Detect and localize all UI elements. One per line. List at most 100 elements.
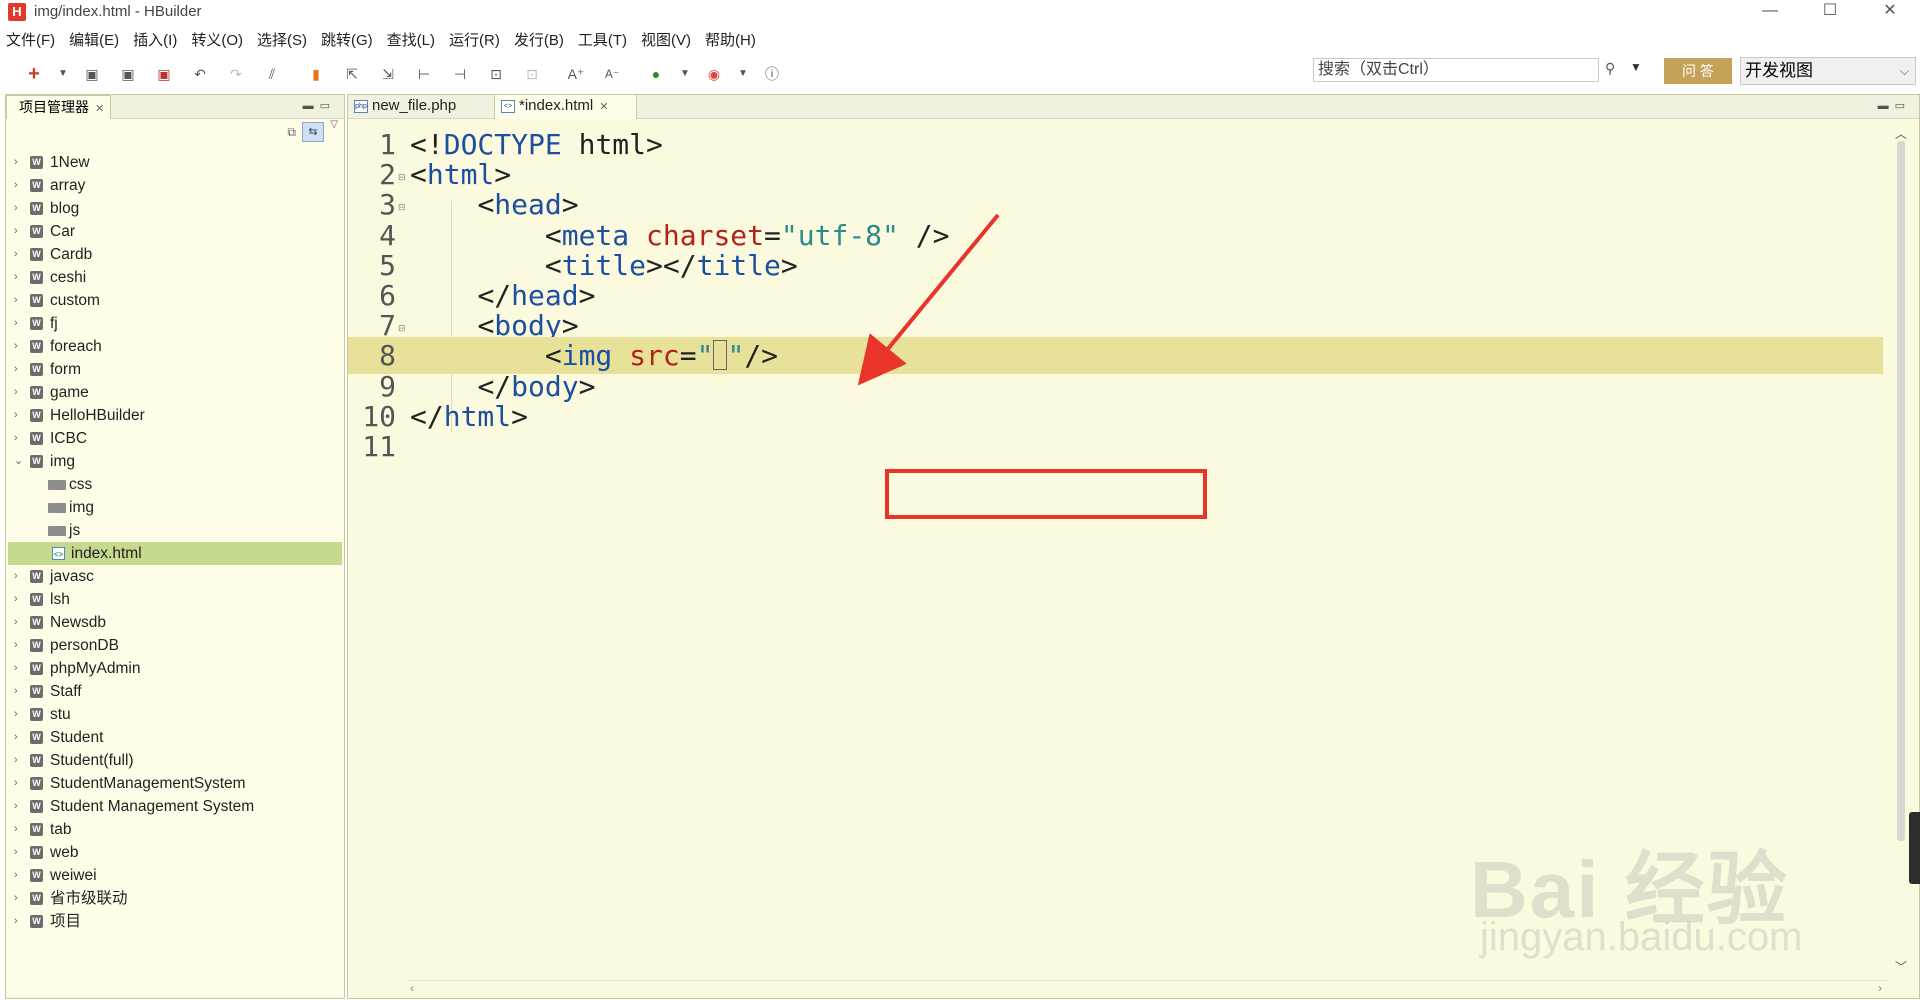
tree-project-item[interactable]: › W 省市级联动 (6, 887, 344, 910)
tree-project-item[interactable]: › Warray (6, 174, 344, 197)
preview-icon[interactable]: ⊡ (482, 62, 510, 86)
chevron-right-icon[interactable]: › (14, 864, 24, 887)
save-icon[interactable]: ▣ (78, 62, 106, 86)
chevron-right-icon[interactable]: › (14, 634, 24, 657)
menu-publish[interactable]: 发行(B) (514, 30, 564, 52)
scroll-thumb[interactable] (1897, 141, 1905, 841)
chevron-right-icon[interactable]: › (14, 726, 24, 749)
chevron-right-icon[interactable]: › (14, 611, 24, 634)
goto-icon[interactable]: ⇱ (338, 62, 366, 86)
minimize-button[interactable]: — (1740, 0, 1800, 24)
menu-insert[interactable]: 插入(I) (133, 30, 177, 52)
tree-project-item[interactable]: › WphpMyAdmin (6, 657, 344, 680)
chevron-right-icon[interactable]: › (14, 818, 24, 841)
new-file-icon[interactable]: + (20, 62, 48, 86)
font-increase-icon[interactable]: A⁺ (562, 62, 590, 86)
chevron-right-icon[interactable]: › (14, 657, 24, 680)
tree-project-item[interactable]: › W Student (6, 726, 344, 749)
tree-project-item[interactable]: › W Newsdb (6, 611, 344, 634)
chevron-right-icon[interactable]: › (14, 266, 24, 289)
view-mode-select[interactable]: 开发视图 ⌵ (1740, 57, 1916, 85)
tree-folder-item[interactable]: img (6, 496, 344, 519)
view-menu-icon[interactable]: ▽ (330, 119, 338, 130)
menu-help[interactable]: 帮助(H) (705, 30, 756, 52)
link-editor-icon[interactable]: ⇆ (302, 122, 324, 142)
chevron-right-icon[interactable]: › (14, 588, 24, 611)
tree-project-item[interactable]: › WpersonDB (6, 634, 344, 657)
browser-dropdown-icon[interactable]: ▼ (736, 62, 750, 86)
tree-project-item[interactable]: › Wweiwei (6, 864, 344, 887)
tree-project-item[interactable]: › W StudentManagementSystem (6, 772, 344, 795)
format-icon[interactable]: ⫽ (258, 62, 286, 86)
scroll-right-icon[interactable]: › (1878, 981, 1882, 995)
undo-icon[interactable]: ↶ (186, 62, 214, 86)
chevron-right-icon[interactable]: › (14, 404, 24, 427)
run-dropdown-icon[interactable]: ▼ (678, 62, 692, 86)
chevron-right-icon[interactable]: › (14, 243, 24, 266)
maximize-button[interactable]: ☐ (1800, 0, 1860, 24)
tree-project-item[interactable]: › Wjavasc (6, 565, 344, 588)
menu-find[interactable]: 查找(L) (387, 30, 435, 52)
bookmark-icon[interactable]: ▮ (302, 62, 330, 86)
close-button[interactable]: ✕ (1860, 0, 1920, 24)
close-icon[interactable]: ✕ (95, 103, 104, 115)
scroll-up-icon[interactable]: ︿ (1895, 125, 1907, 142)
tree-project-item[interactable]: › W Car (6, 220, 344, 243)
chevron-right-icon[interactable]: › (14, 220, 24, 243)
tree-project-item[interactable]: › Wlsh (6, 588, 344, 611)
save-all-icon[interactable]: ▣ (114, 62, 142, 86)
menu-file[interactable]: 文件(F) (6, 30, 55, 52)
chevron-right-icon[interactable]: › (14, 197, 24, 220)
tree-project-item[interactable]: › W 1New (6, 151, 344, 174)
panel-window-controls[interactable]: ▬▭ (303, 99, 336, 112)
menu-edit[interactable]: 编辑(E) (69, 30, 119, 52)
tree-project-item[interactable]: › W Staff (6, 680, 344, 703)
tree-project-item[interactable]: › Wfj (6, 312, 344, 335)
code-editor[interactable]: 1 <!DOCTYPE html> 2 ⊟ <html> 3 ⊟ <head> 4 <meta… (348, 121, 1883, 979)
menu-view[interactable]: 视图(V) (641, 30, 691, 52)
tree-project-item[interactable]: › Wforeach (6, 335, 344, 358)
chevron-right-icon[interactable]: › (14, 427, 24, 450)
search-dropdown-icon[interactable]: ▼ (1630, 60, 1642, 74)
ask-button[interactable]: 问 答 (1664, 58, 1732, 84)
menu-run[interactable]: 运行(R) (449, 30, 500, 52)
chevron-right-icon[interactable]: › (14, 174, 24, 197)
run-icon[interactable]: ● (642, 62, 670, 86)
tree-project-item[interactable]: › Wstu (6, 703, 344, 726)
chevron-right-icon[interactable]: › (14, 703, 24, 726)
chevron-right-icon[interactable]: › (14, 841, 24, 864)
menu-tools[interactable]: 工具(T) (578, 30, 627, 52)
chevron-right-icon[interactable]: › (14, 910, 24, 933)
scroll-left-icon[interactable]: ‹ (410, 981, 414, 995)
tab-project-manager[interactable]: 项目管理器 ✕ (6, 94, 112, 119)
chevron-right-icon[interactable]: › (14, 565, 24, 588)
tree-project-item[interactable]: › W Student Management System (6, 795, 344, 818)
tree-project-item[interactable]: ⌄ Wimg (6, 450, 344, 473)
menu-escape[interactable]: 转义(O) (191, 30, 243, 52)
chevron-right-icon[interactable]: › (14, 335, 24, 358)
chevron-right-icon[interactable]: › (14, 312, 24, 335)
info-icon[interactable]: ⓘ (758, 62, 786, 86)
search-icon[interactable]: ⚲ (1605, 60, 1615, 77)
menu-select[interactable]: 选择(S) (257, 30, 307, 52)
chevron-right-icon[interactable]: › (14, 289, 24, 312)
tree-folder-item[interactable]: js (6, 519, 344, 542)
tree-file-item[interactable]: <> index.html (8, 542, 342, 565)
chevron-right-icon[interactable]: › (14, 680, 24, 703)
tree-project-item[interactable]: › Wweb (6, 841, 344, 864)
tree-project-item[interactable]: › Wcustom (6, 289, 344, 312)
tree-project-item[interactable]: › Wceshi (6, 266, 344, 289)
menu-goto[interactable]: 跳转(G) (321, 30, 373, 52)
close-icon[interactable]: ✕ (599, 101, 608, 113)
chevron-down-icon[interactable]: ⌄ (14, 450, 24, 473)
chevron-right-icon[interactable]: › (14, 151, 24, 174)
collapse-all-icon[interactable]: ⧉ (287, 125, 296, 140)
tree-project-item[interactable]: › W HelloHBuilder (6, 404, 344, 427)
redo-icon[interactable]: ↷ (222, 62, 250, 86)
font-decrease-icon[interactable]: A⁻ (598, 62, 626, 86)
chrome-icon[interactable]: ◉ (700, 62, 728, 86)
jump-left-icon[interactable]: ⊢ (410, 62, 438, 86)
horizontal-scrollbar[interactable]: ‹ › (408, 980, 1888, 998)
tree-project-item[interactable]: › W Cardb (6, 243, 344, 266)
jump-right-icon[interactable]: ⊣ (446, 62, 474, 86)
